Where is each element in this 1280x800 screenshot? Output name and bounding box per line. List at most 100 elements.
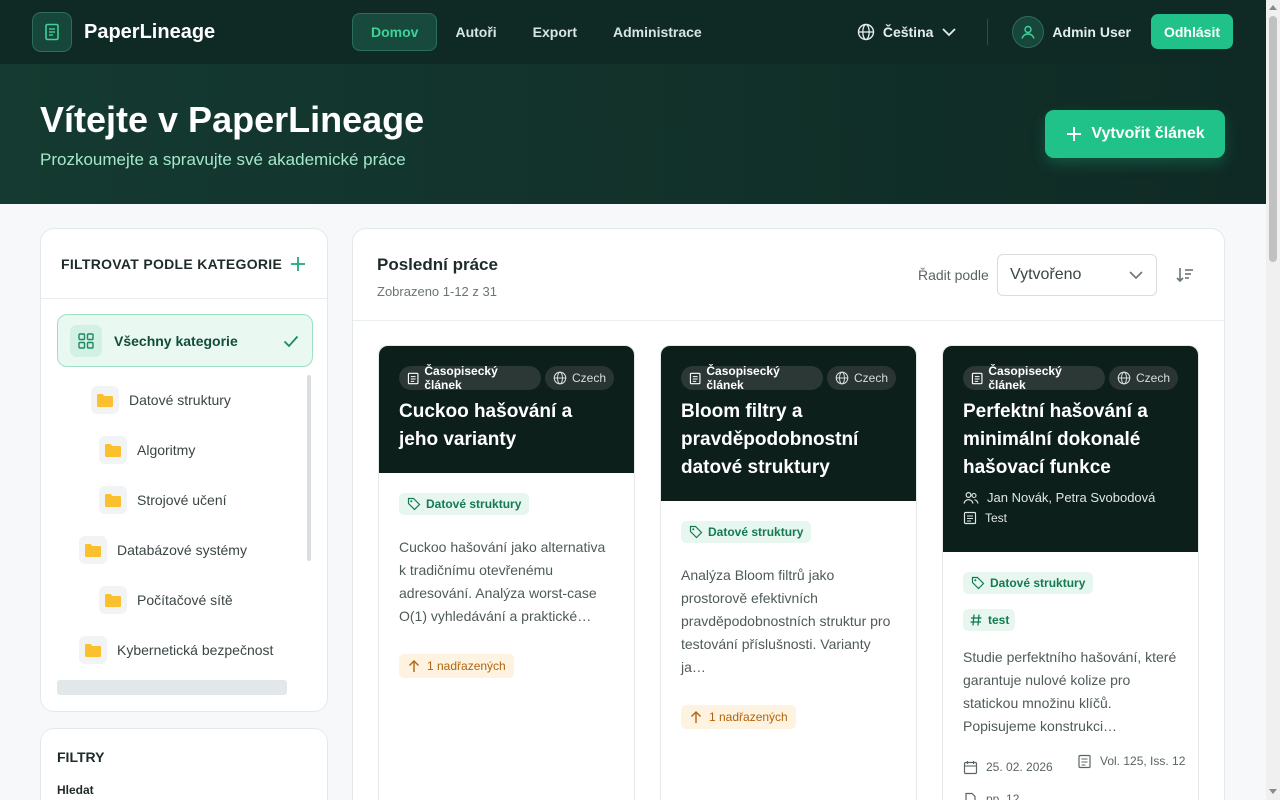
paper-abstract: Analýza Bloom filtrů jako prostorově efe…	[681, 567, 891, 675]
paper-card-body: Datové struktury Cuckoo hašování jako al…	[379, 473, 634, 678]
paper-title[interactable]: Bloom filtry a pravděpodobnostní datové …	[681, 398, 896, 482]
nav-links: Domov Autoři Export Administrace	[352, 13, 720, 51]
document-icon	[32, 12, 72, 52]
category-scrollbar[interactable]	[307, 375, 311, 561]
category-item-machine-learning[interactable]: Strojové učení	[99, 485, 227, 515]
type-badge: Časopisecký článek	[399, 364, 541, 392]
scroll-down-icon[interactable]	[1269, 789, 1277, 794]
category-item-databases[interactable]: Databázové systémy	[79, 535, 247, 565]
paper-title[interactable]: Cuckoo hašování a jeho varianty	[399, 398, 614, 454]
language-label: Czech	[571, 371, 606, 385]
type-label: Časopisecký článek	[424, 364, 498, 392]
sort-direction-icon[interactable]	[1175, 265, 1195, 285]
journal-icon	[963, 511, 977, 525]
paper-authors: Jan Novák, Petra Svobodová	[963, 490, 1178, 505]
nav-right: Čeština Admin User Odhlásit	[857, 14, 1233, 49]
category-label: Datové struktury	[129, 392, 231, 408]
create-article-button[interactable]: Vytvořit článek	[1045, 110, 1225, 158]
plus-icon	[1067, 127, 1082, 141]
category-item-security[interactable]: Kybernetická bezpečnost	[79, 635, 273, 665]
page-scrollbar[interactable]	[1266, 0, 1280, 800]
paper-card[interactable]: Časopisecký článek Czech Cuckoo hašování…	[378, 345, 635, 800]
category-all[interactable]: Všechny kategorie	[57, 314, 313, 367]
category-chip[interactable]: Datové struktury	[399, 493, 530, 515]
category-horizontal-scrollbar[interactable]	[57, 680, 287, 695]
paper-abstract: Studie perfektního hašování, které garan…	[963, 649, 1177, 734]
category-chip[interactable]: Datové struktury	[681, 521, 812, 543]
pages-label: pp. 12	[986, 792, 1020, 800]
paper-parents-row: 1 nadřazených	[399, 654, 614, 678]
arrow-up-icon	[409, 660, 419, 672]
nav-divider	[987, 18, 989, 45]
page-icon	[965, 792, 976, 800]
tag-label: test	[988, 613, 1010, 627]
nav-link-authors[interactable]: Autoři	[437, 13, 514, 51]
page-title: Vítejte v PaperLineage	[40, 99, 425, 140]
papers-count: Zobrazeno 1-12 z 31	[377, 284, 497, 299]
type-label: Časopisecký článek	[988, 364, 1062, 392]
chevron-down-icon	[942, 27, 957, 36]
papers-header: Poslední práce Zobrazeno 1-12 z 31 Řadit…	[353, 229, 1224, 321]
papers-panel: Poslední práce Zobrazeno 1-12 z 31 Řadit…	[352, 228, 1225, 800]
category-item-networks[interactable]: Počítačové sítě	[99, 585, 233, 615]
scroll-up-icon[interactable]	[1269, 5, 1277, 10]
paper-card[interactable]: Časopisecký článek Czech Bloom filtry a …	[660, 345, 917, 800]
category-filter-panel: FILTROVAT PODLE KATEGORIE Všechny katego…	[40, 228, 328, 712]
parents-label: 1 nadřazených	[709, 710, 788, 724]
paper-parents-row: 1 nadřazených	[681, 705, 896, 729]
paper-title[interactable]: Perfektní hašování a minimální dokonalé …	[963, 398, 1178, 482]
category-label: Kybernetická bezpečnost	[117, 642, 274, 658]
grid-icon	[70, 324, 102, 357]
paper-card-header: Časopisecký článek Czech Cuckoo hašování…	[379, 346, 634, 473]
papers-title: Poslední práce	[377, 255, 498, 274]
tag-chip[interactable]: test	[963, 609, 1016, 631]
parents-badge[interactable]: 1 nadřazených	[399, 654, 514, 678]
globe-icon	[835, 371, 849, 385]
paper-badges: Časopisecký článek Czech	[681, 346, 896, 392]
scroll-thumb[interactable]	[1269, 16, 1277, 262]
logout-button[interactable]: Odhlásit	[1150, 14, 1233, 49]
language-selector[interactable]: Čeština	[857, 23, 958, 41]
sort-select[interactable]: Vytvořeno	[997, 254, 1157, 296]
calendar-icon	[963, 761, 978, 775]
brand[interactable]: PaperLineage	[32, 12, 215, 52]
volume-label: Vol. 125, Iss. 12	[1100, 754, 1186, 768]
tag-icon	[689, 525, 703, 539]
paper-pages: pp. 12	[963, 792, 1019, 800]
add-category-icon[interactable]	[289, 255, 307, 273]
user-name: Admin User	[1052, 23, 1131, 40]
language-badge: Czech	[826, 366, 896, 390]
volume-icon	[1078, 754, 1091, 769]
folder-icon	[99, 436, 127, 464]
paper-tags: test	[963, 609, 1178, 632]
category-filter-title: FILTROVAT PODLE KATEGORIE	[61, 255, 283, 272]
filters-title: FILTRY	[57, 749, 105, 765]
document-icon	[971, 372, 983, 384]
sort-value: Vytvořeno	[1010, 266, 1082, 283]
paper-card-body: Datové struktury test Studie perfektního…	[943, 552, 1198, 738]
category-item-data-structures[interactable]: Datové struktury	[91, 385, 231, 415]
parents-badge[interactable]: 1 nadřazených	[681, 705, 796, 729]
nav-link-home[interactable]: Domov	[352, 13, 438, 51]
user-menu[interactable]: Admin User	[1012, 15, 1131, 48]
category-chip[interactable]: Datové struktury	[963, 572, 1094, 594]
category-chip-label: Datové struktury	[426, 497, 522, 511]
type-label: Časopisecký článek	[706, 364, 780, 392]
nav-link-admin[interactable]: Administrace	[595, 13, 720, 51]
paper-badges: Časopisecký článek Czech	[399, 346, 614, 392]
user-icon	[1012, 15, 1045, 48]
paper-card[interactable]: Časopisecký článek Czech Perfektní hašov…	[942, 345, 1199, 800]
create-article-label: Vytvořit článek	[1091, 125, 1205, 142]
paper-abstract: Cuckoo hašování jako alternativa k tradi…	[399, 539, 606, 624]
paper-card-header: Časopisecký článek Czech Perfektní hašov…	[943, 346, 1198, 552]
category-item-algorithms[interactable]: Algoritmy	[99, 435, 195, 465]
category-label: Algoritmy	[137, 442, 196, 458]
authors-label[interactable]: Jan Novák, Petra Svobodová	[987, 490, 1155, 505]
folder-icon	[99, 586, 127, 614]
language-badge: Czech	[544, 366, 614, 390]
date-label: 25. 02. 2026	[986, 760, 1053, 774]
chevron-down-icon	[1129, 271, 1143, 280]
hash-icon	[970, 614, 982, 626]
nav-link-export[interactable]: Export	[515, 13, 595, 51]
paper-badges: Časopisecký článek Czech	[963, 346, 1178, 392]
